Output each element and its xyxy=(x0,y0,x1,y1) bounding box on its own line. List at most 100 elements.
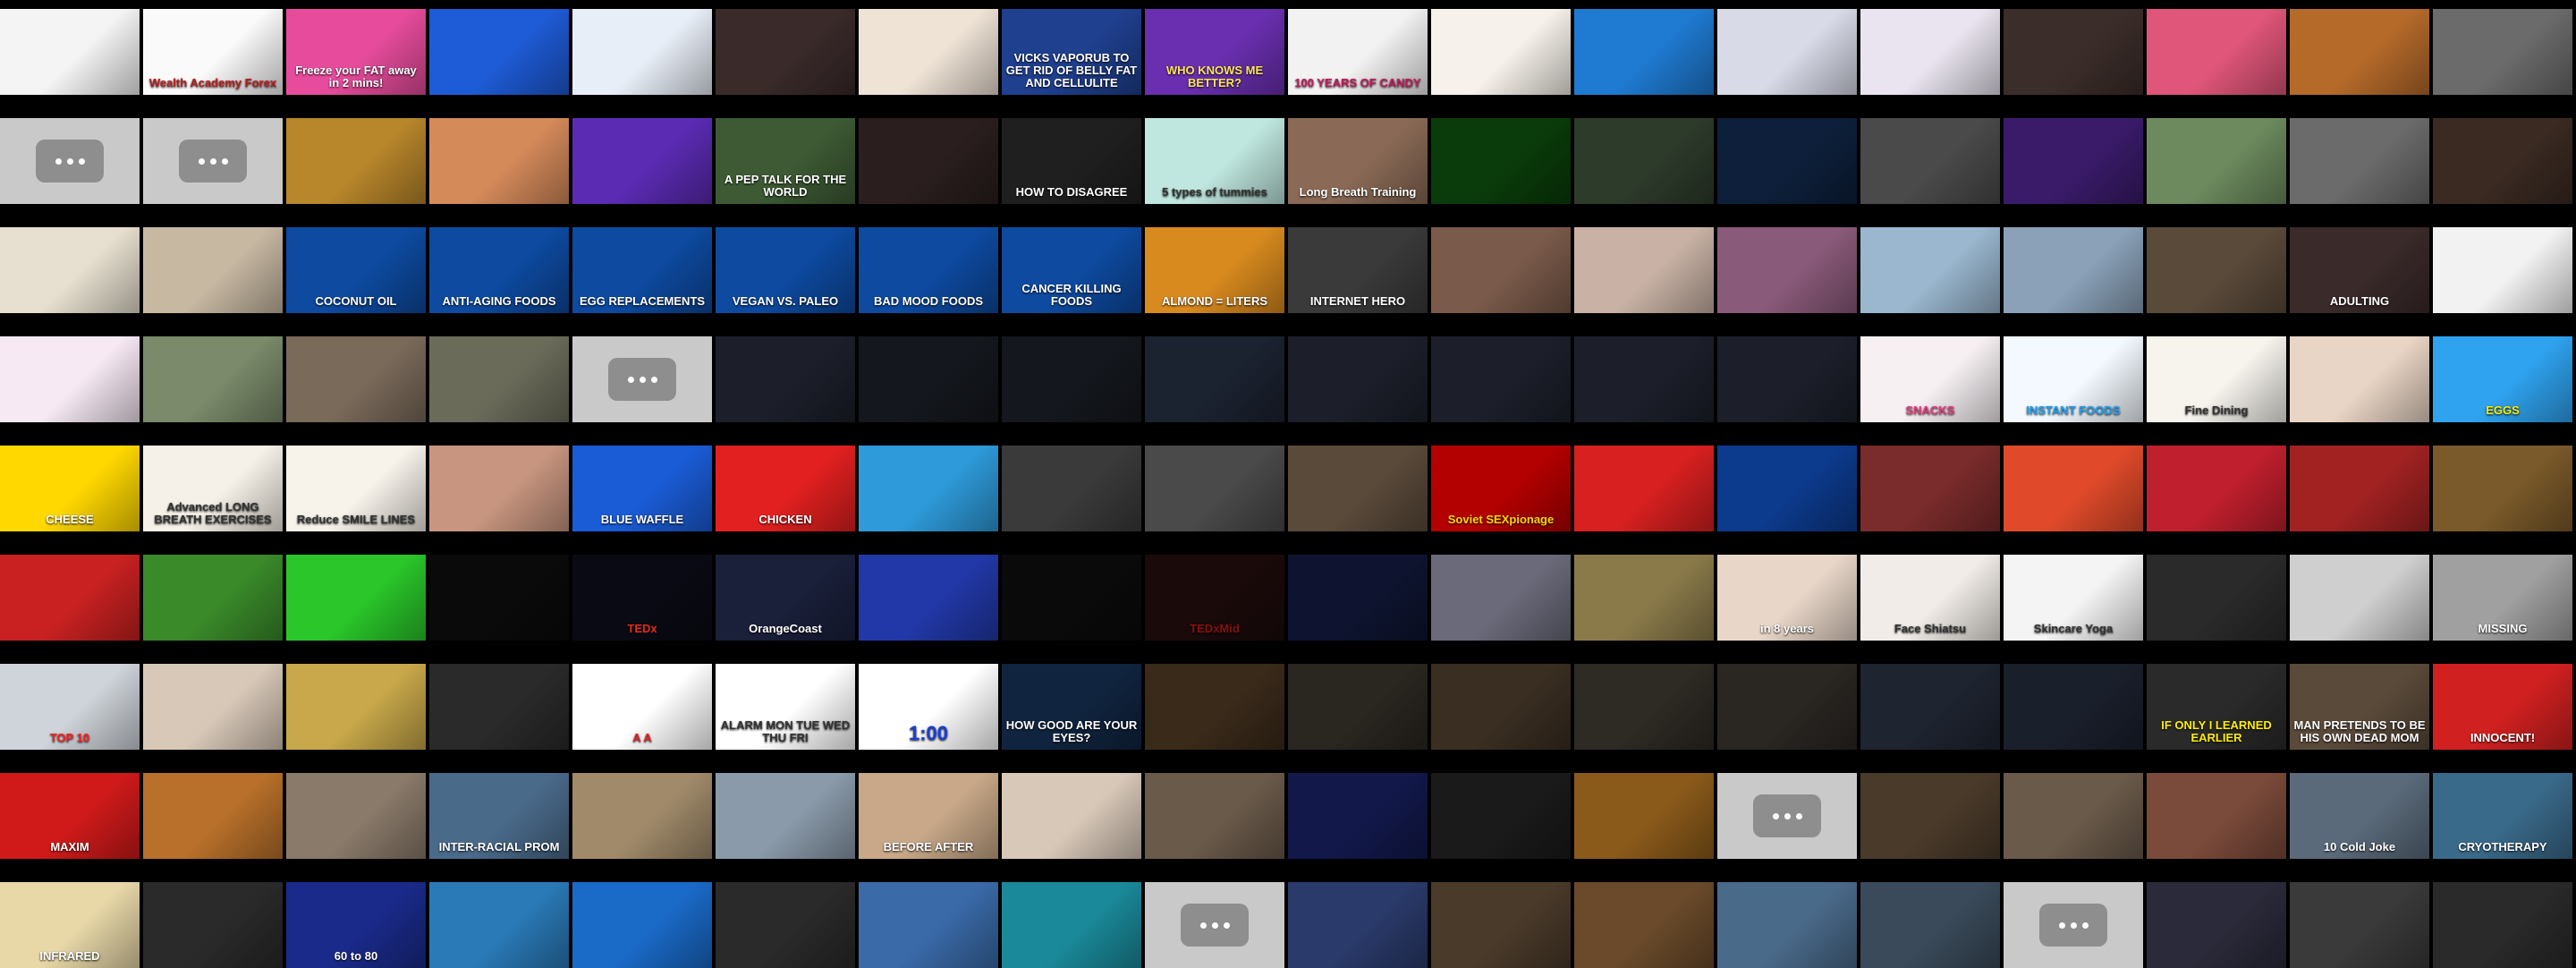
video-thumbnail[interactable] xyxy=(2147,446,2286,531)
thumbnail-placeholder[interactable] xyxy=(0,118,140,204)
video-thumbnail[interactable] xyxy=(429,555,569,641)
video-thumbnail[interactable]: Fine Dining xyxy=(2147,336,2286,422)
video-thumbnail[interactable] xyxy=(0,227,140,313)
video-thumbnail[interactable] xyxy=(1574,9,1714,95)
video-thumbnail[interactable] xyxy=(1002,555,1141,641)
video-thumbnail[interactable]: in 8 years xyxy=(1717,555,1857,641)
video-thumbnail[interactable] xyxy=(1574,336,1714,422)
video-thumbnail[interactable] xyxy=(1860,882,2000,968)
video-thumbnail[interactable]: VEGAN VS. PALEO xyxy=(716,227,855,313)
video-thumbnail[interactable] xyxy=(859,9,998,95)
video-thumbnail[interactable] xyxy=(2433,446,2572,531)
video-thumbnail[interactable] xyxy=(1431,882,1571,968)
video-thumbnail[interactable]: EGGS xyxy=(2433,336,2572,422)
video-thumbnail[interactable] xyxy=(286,336,426,422)
video-thumbnail[interactable] xyxy=(1574,664,1714,750)
video-thumbnail[interactable]: INNOCENT! xyxy=(2433,664,2572,750)
video-thumbnail[interactable]: SNACKS xyxy=(1860,336,2000,422)
video-thumbnail[interactable] xyxy=(1717,882,1857,968)
video-thumbnail[interactable] xyxy=(1860,118,2000,204)
video-thumbnail[interactable] xyxy=(716,773,855,859)
video-thumbnail[interactable] xyxy=(1145,773,1284,859)
video-thumbnail[interactable] xyxy=(1717,227,1857,313)
video-thumbnail[interactable]: TEDx xyxy=(572,555,712,641)
video-thumbnail[interactable] xyxy=(2433,227,2572,313)
video-thumbnail[interactable] xyxy=(286,118,426,204)
video-thumbnail[interactable]: ALMOND = LITERS xyxy=(1145,227,1284,313)
video-thumbnail[interactable] xyxy=(143,336,283,422)
video-thumbnail[interactable] xyxy=(1431,336,1571,422)
video-thumbnail[interactable]: BAD MOOD FOODS xyxy=(859,227,998,313)
video-thumbnail[interactable] xyxy=(429,446,569,531)
video-thumbnail[interactable] xyxy=(1717,118,1857,204)
video-thumbnail[interactable] xyxy=(2004,227,2143,313)
video-thumbnail[interactable] xyxy=(1288,555,1428,641)
video-thumbnail[interactable] xyxy=(1717,336,1857,422)
video-thumbnail[interactable]: EGG REPLACEMENTS xyxy=(572,227,712,313)
video-thumbnail[interactable] xyxy=(2004,118,2143,204)
thumbnail-placeholder[interactable] xyxy=(1717,773,1857,859)
video-thumbnail[interactable]: A PEP TALK FOR THE WORLD xyxy=(716,118,855,204)
video-thumbnail[interactable]: 1:00 xyxy=(859,664,998,750)
video-thumbnail[interactable] xyxy=(1574,446,1714,531)
video-thumbnail[interactable]: 100 YEARS OF CANDY xyxy=(1288,9,1428,95)
video-thumbnail[interactable] xyxy=(2290,336,2429,422)
video-thumbnail[interactable]: HOW TO DISAGREE xyxy=(1002,118,1141,204)
video-thumbnail[interactable]: CHICKEN xyxy=(716,446,855,531)
video-thumbnail[interactable]: Skincare Yoga xyxy=(2004,555,2143,641)
video-thumbnail[interactable] xyxy=(1574,882,1714,968)
video-thumbnail[interactable] xyxy=(143,882,283,968)
video-thumbnail[interactable] xyxy=(2147,555,2286,641)
video-thumbnail[interactable] xyxy=(1717,446,1857,531)
video-thumbnail[interactable] xyxy=(1431,118,1571,204)
video-thumbnail[interactable]: WHO KNOWS ME BETTER? xyxy=(1145,9,1284,95)
video-thumbnail[interactable]: CRYOTHERAPY xyxy=(2433,773,2572,859)
video-thumbnail[interactable] xyxy=(1860,664,2000,750)
video-thumbnail[interactable]: ADULTING xyxy=(2290,227,2429,313)
video-thumbnail[interactable] xyxy=(429,882,569,968)
video-thumbnail[interactable] xyxy=(1002,773,1141,859)
video-thumbnail[interactable] xyxy=(1288,336,1428,422)
video-thumbnail[interactable] xyxy=(1431,664,1571,750)
video-thumbnail[interactable]: INFRARED xyxy=(0,882,140,968)
video-thumbnail[interactable] xyxy=(1145,336,1284,422)
video-thumbnail[interactable] xyxy=(1574,118,1714,204)
video-thumbnail[interactable] xyxy=(859,882,998,968)
video-thumbnail[interactable] xyxy=(1288,446,1428,531)
video-thumbnail[interactable] xyxy=(716,882,855,968)
video-thumbnail[interactable]: ALARM MON TUE WED THU FRI xyxy=(716,664,855,750)
video-thumbnail[interactable] xyxy=(1431,773,1571,859)
video-thumbnail[interactable] xyxy=(2433,882,2572,968)
video-thumbnail[interactable] xyxy=(0,9,140,95)
video-thumbnail[interactable]: A A xyxy=(572,664,712,750)
video-thumbnail[interactable] xyxy=(2147,118,2286,204)
video-thumbnail[interactable] xyxy=(572,118,712,204)
video-thumbnail[interactable]: BLUE WAFFLE xyxy=(572,446,712,531)
thumbnail-placeholder[interactable] xyxy=(2004,882,2143,968)
video-thumbnail[interactable] xyxy=(859,118,998,204)
video-thumbnail[interactable] xyxy=(429,9,569,95)
video-thumbnail[interactable] xyxy=(1431,9,1571,95)
video-thumbnail[interactable] xyxy=(1431,555,1571,641)
video-thumbnail[interactable] xyxy=(2004,446,2143,531)
video-thumbnail[interactable]: INTERNET HERO xyxy=(1288,227,1428,313)
video-thumbnail[interactable] xyxy=(286,773,426,859)
video-thumbnail[interactable] xyxy=(1002,882,1141,968)
video-thumbnail[interactable] xyxy=(1860,227,2000,313)
video-thumbnail[interactable] xyxy=(143,664,283,750)
video-thumbnail[interactable]: CANCER KILLING FOODS xyxy=(1002,227,1141,313)
video-thumbnail[interactable] xyxy=(2004,9,2143,95)
video-thumbnail[interactable] xyxy=(1288,773,1428,859)
video-thumbnail[interactable]: 60 to 80 xyxy=(286,882,426,968)
video-thumbnail[interactable]: BEFORE AFTER xyxy=(859,773,998,859)
video-thumbnail[interactable] xyxy=(143,773,283,859)
video-thumbnail[interactable] xyxy=(1288,664,1428,750)
video-thumbnail[interactable] xyxy=(2147,882,2286,968)
video-thumbnail[interactable] xyxy=(859,446,998,531)
video-thumbnail[interactable]: Long Breath Training xyxy=(1288,118,1428,204)
video-thumbnail[interactable] xyxy=(1431,227,1571,313)
video-thumbnail[interactable] xyxy=(1574,227,1714,313)
video-thumbnail[interactable] xyxy=(859,555,998,641)
video-thumbnail[interactable]: INTER-RACIAL PROM xyxy=(429,773,569,859)
video-thumbnail[interactable]: Face Shiatsu xyxy=(1860,555,2000,641)
